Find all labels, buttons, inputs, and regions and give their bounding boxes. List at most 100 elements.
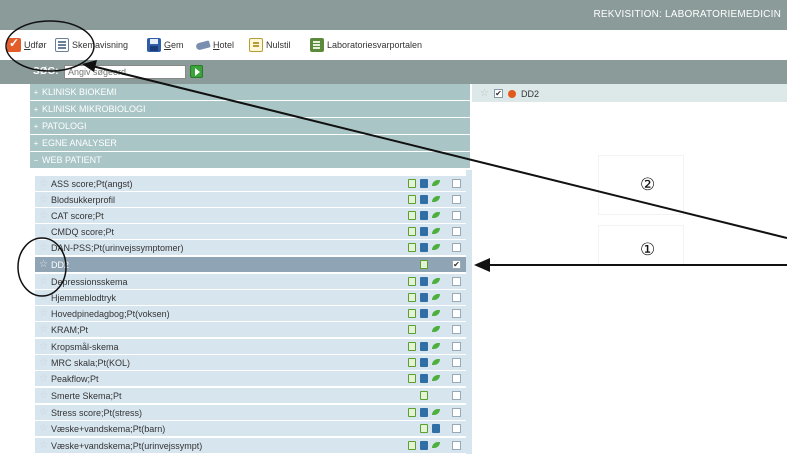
document-icon[interactable] bbox=[408, 227, 416, 236]
list-item[interactable]: ☆ DAN-PSS;Pt(urinvejssymptomer) bbox=[35, 240, 466, 255]
favorite-star-icon[interactable]: ☆ bbox=[39, 390, 49, 401]
leaf-icon[interactable] bbox=[432, 243, 440, 252]
document-icon[interactable] bbox=[408, 195, 416, 204]
lab-portal-button[interactable]: Laboratoriesvarportalen bbox=[310, 37, 422, 53]
book-icon[interactable] bbox=[420, 342, 428, 351]
favorite-star-icon[interactable]: ☆ bbox=[39, 276, 49, 287]
favorite-star-icon[interactable]: ☆ bbox=[39, 357, 49, 368]
leaf-icon[interactable] bbox=[432, 325, 440, 334]
reset-button[interactable]: Nulstil bbox=[249, 37, 291, 53]
list-item[interactable]: ☆ Kropsmål-skema bbox=[35, 339, 466, 354]
book-icon[interactable] bbox=[420, 211, 428, 220]
category-klinisk-mikrobiologi[interactable]: + KLINISK MIKROBIOLOGI bbox=[30, 101, 470, 118]
list-item[interactable]: ☆ Stress score;Pt(stress) bbox=[35, 405, 466, 420]
leaf-icon[interactable] bbox=[432, 227, 440, 236]
book-icon[interactable] bbox=[420, 374, 428, 383]
list-item[interactable]: ☆ CAT score;Pt bbox=[35, 208, 466, 223]
favorite-star-icon[interactable]: ☆ bbox=[39, 194, 49, 205]
list-item[interactable]: ☆ ASS score;Pt(angst) bbox=[35, 176, 466, 191]
book-icon[interactable] bbox=[420, 309, 428, 318]
document-icon[interactable] bbox=[408, 408, 416, 417]
leaf-icon[interactable] bbox=[432, 408, 440, 417]
item-checkbox[interactable]: ✔ bbox=[452, 260, 461, 269]
item-checkbox[interactable] bbox=[452, 227, 461, 236]
item-checkbox[interactable] bbox=[452, 243, 461, 252]
category-patologi[interactable]: + PATOLOGI bbox=[30, 118, 470, 135]
search-go-button[interactable] bbox=[190, 65, 203, 78]
book-icon[interactable] bbox=[420, 277, 428, 286]
item-checkbox[interactable] bbox=[452, 408, 461, 417]
leaf-icon[interactable] bbox=[432, 211, 440, 220]
favorite-star-icon[interactable]: ☆ bbox=[480, 88, 489, 99]
list-item[interactable]: ☆ MRC skala;Pt(KOL) bbox=[35, 355, 466, 370]
selected-item-checkbox[interactable]: ✔ bbox=[493, 89, 503, 98]
list-item[interactable]: ☆ KRAM;Pt bbox=[35, 322, 466, 337]
list-item-selected[interactable]: ☆ DD2 ✔ bbox=[35, 257, 466, 272]
favorite-star-icon[interactable]: ☆ bbox=[39, 178, 49, 189]
item-checkbox[interactable] bbox=[452, 309, 461, 318]
favorite-star-icon[interactable]: ☆ bbox=[39, 423, 49, 434]
document-icon[interactable] bbox=[408, 374, 416, 383]
book-icon[interactable] bbox=[420, 195, 428, 204]
document-icon[interactable] bbox=[408, 358, 416, 367]
item-checkbox[interactable] bbox=[452, 441, 461, 450]
category-web-patient[interactable]: − WEB PATIENT bbox=[30, 152, 470, 169]
document-icon[interactable] bbox=[420, 424, 428, 433]
selected-item-row[interactable]: ☆ ✔ DD2 bbox=[480, 88, 539, 99]
leaf-icon[interactable] bbox=[432, 441, 440, 450]
category-klinisk-biokemi[interactable]: + KLINISK BIOKEMI bbox=[30, 84, 470, 101]
document-icon[interactable] bbox=[420, 391, 428, 400]
document-icon[interactable] bbox=[408, 179, 416, 188]
list-item[interactable]: ☆ Væske+vandskema;Pt(urinvejssympt) bbox=[35, 438, 466, 453]
book-icon[interactable] bbox=[420, 408, 428, 417]
favorite-star-icon[interactable]: ☆ bbox=[39, 440, 49, 451]
list-item[interactable]: ☆ Smerte Skema;Pt bbox=[35, 388, 466, 403]
item-checkbox[interactable] bbox=[452, 293, 461, 302]
category-egne-analyser[interactable]: + EGNE ANALYSER bbox=[30, 135, 470, 152]
schema-view-button[interactable]: Skemavisning bbox=[55, 37, 128, 53]
book-icon[interactable] bbox=[432, 424, 440, 433]
item-checkbox[interactable] bbox=[452, 424, 461, 433]
document-icon[interactable] bbox=[408, 325, 416, 334]
list-item[interactable]: ☆ Væske+vandskema;Pt(barn) bbox=[35, 421, 466, 436]
book-icon[interactable] bbox=[420, 179, 428, 188]
leaf-icon[interactable] bbox=[432, 309, 440, 318]
list-item[interactable]: ☆ CMDQ score;Pt bbox=[35, 224, 466, 239]
document-icon[interactable] bbox=[408, 277, 416, 286]
list-item[interactable]: ☆ Hjemmeblodtryk bbox=[35, 290, 466, 305]
document-icon[interactable] bbox=[408, 293, 416, 302]
item-checkbox[interactable] bbox=[452, 374, 461, 383]
leaf-icon[interactable] bbox=[432, 374, 440, 383]
book-icon[interactable] bbox=[420, 441, 428, 450]
document-icon[interactable] bbox=[408, 243, 416, 252]
favorite-star-icon[interactable]: ☆ bbox=[39, 226, 49, 237]
item-checkbox[interactable] bbox=[452, 391, 461, 400]
list-item[interactable]: ☆ Peakflow;Pt bbox=[35, 371, 466, 386]
list-item[interactable]: ☆ Depressionsskema bbox=[35, 274, 466, 289]
document-icon[interactable] bbox=[408, 309, 416, 318]
save-button[interactable]: Gem bbox=[147, 37, 184, 53]
favorite-star-icon[interactable]: ☆ bbox=[39, 324, 49, 335]
book-icon[interactable] bbox=[420, 243, 428, 252]
document-icon[interactable] bbox=[408, 342, 416, 351]
leaf-icon[interactable] bbox=[432, 358, 440, 367]
leaf-icon[interactable] bbox=[432, 342, 440, 351]
document-icon[interactable] bbox=[408, 441, 416, 450]
item-checkbox[interactable] bbox=[452, 195, 461, 204]
document-icon[interactable] bbox=[420, 260, 428, 269]
favorite-star-icon[interactable]: ☆ bbox=[39, 407, 49, 418]
favorite-star-icon[interactable]: ☆ bbox=[39, 210, 49, 221]
leaf-icon[interactable] bbox=[432, 195, 440, 204]
book-icon[interactable] bbox=[420, 227, 428, 236]
item-checkbox[interactable] bbox=[452, 342, 461, 351]
book-icon[interactable] bbox=[420, 293, 428, 302]
leaf-icon[interactable] bbox=[432, 277, 440, 286]
list-item[interactable]: ☆ Blodsukkerprofil bbox=[35, 192, 466, 207]
leaf-icon[interactable] bbox=[432, 179, 440, 188]
item-checkbox[interactable] bbox=[452, 179, 461, 188]
document-icon[interactable] bbox=[408, 211, 416, 220]
hotel-button[interactable]: Hotel bbox=[196, 37, 234, 53]
favorite-star-icon[interactable]: ☆ bbox=[39, 292, 49, 303]
favorite-star-icon[interactable]: ☆ bbox=[39, 259, 49, 270]
item-checkbox[interactable] bbox=[452, 211, 461, 220]
